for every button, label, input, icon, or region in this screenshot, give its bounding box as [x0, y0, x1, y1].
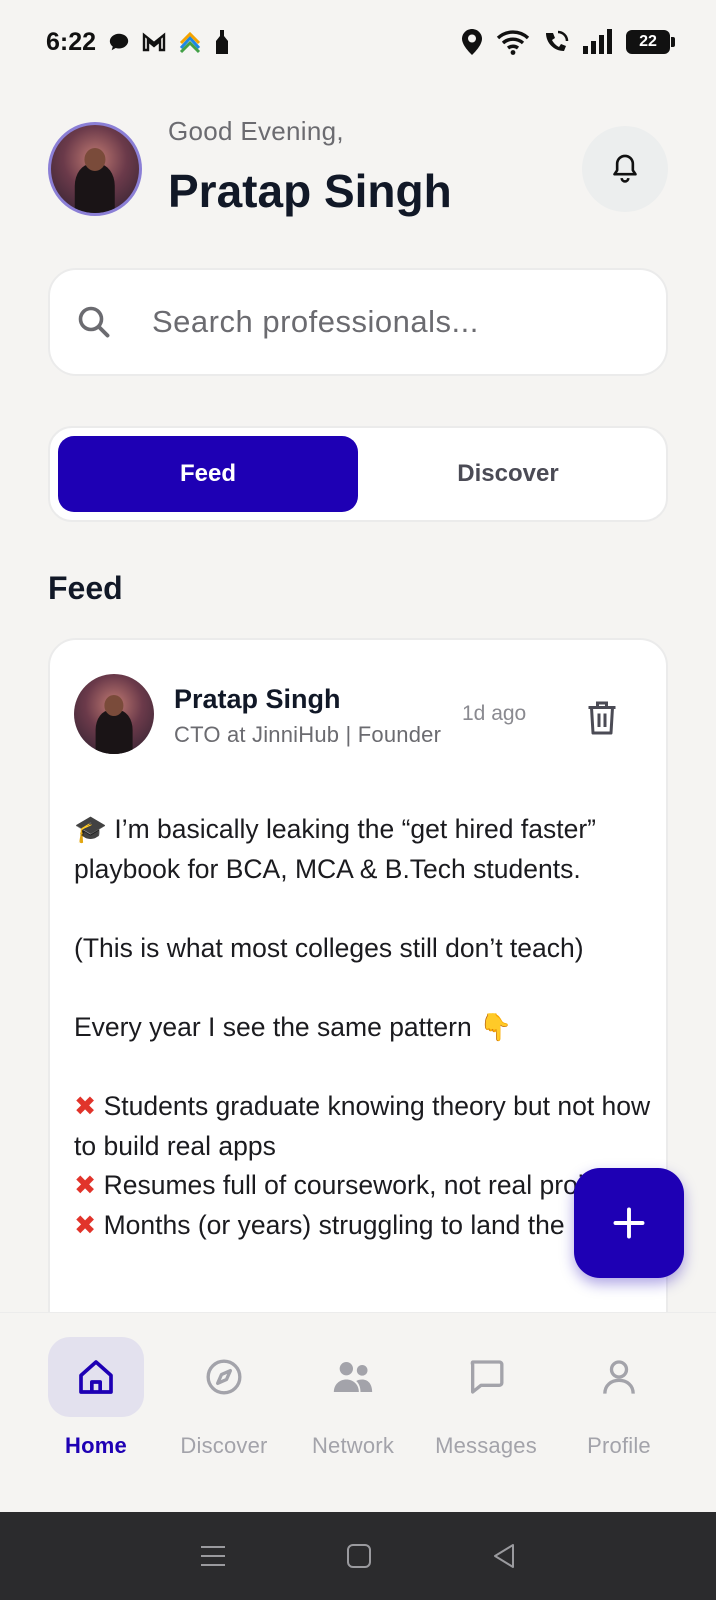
search-input[interactable]: [152, 304, 632, 340]
cross-mark-icon: ✖: [74, 1209, 97, 1240]
post-paragraph: Every year I see the same pattern 👇: [74, 1011, 513, 1042]
post-paragraph: (This is what most colleges still don’t …: [74, 932, 584, 963]
nav-label: Profile: [587, 1433, 651, 1458]
home-icon: [79, 1360, 113, 1394]
gmail-icon: [142, 32, 166, 52]
avatar-figure: [95, 710, 133, 754]
user-icon: [603, 1360, 635, 1394]
user-name: Pratap Singh: [168, 165, 452, 217]
bell-icon: [613, 154, 637, 183]
post-body: 🎓 I’m basically leaking the “get hired f…: [74, 810, 654, 1246]
back-icon[interactable]: [491, 1542, 517, 1570]
post-bullet: ✖ Months (or years) struggling to land t…: [74, 1206, 654, 1246]
cross-mark-icon: ✖: [74, 1170, 97, 1201]
menu-icon[interactable]: [199, 1543, 227, 1569]
nav-discover[interactable]: Discover: [159, 1337, 289, 1459]
search-bar[interactable]: [48, 268, 668, 376]
nav-icon-container: [571, 1337, 667, 1417]
wifi-call-icon: [546, 30, 569, 51]
post-paragraph: 🎓 I’m basically leaking the “get hired f…: [74, 814, 604, 884]
bullet-text: Students graduate knowing theory but not…: [74, 1091, 658, 1161]
trash-icon: [588, 701, 616, 735]
nav-label: Discover: [180, 1433, 268, 1458]
status-time: 6:22: [46, 27, 97, 56]
delete-post-button[interactable]: [582, 696, 622, 740]
bullet-text: Resumes full of coursework, not real pro…: [103, 1170, 633, 1201]
post-author-headline: CTO at JinniHub | Founder: [174, 722, 442, 747]
post-card: Pratap Singh CTO at JinniHub | Founder 1…: [48, 638, 668, 1398]
nav-icon-container: [48, 1337, 144, 1417]
search-icon: [74, 302, 114, 342]
message-icon: [470, 1360, 504, 1394]
post-author-name[interactable]: Pratap Singh: [174, 684, 341, 715]
bottle-icon: [216, 30, 229, 54]
nav-icon-container: [305, 1337, 401, 1417]
plus-icon: [613, 1207, 645, 1239]
post-timestamp: 1d ago: [462, 702, 527, 725]
section-title: Feed: [48, 570, 123, 606]
nav-label: Home: [65, 1433, 127, 1458]
feed-discover-tabs: Feed Discover: [48, 426, 668, 522]
cross-mark-icon: ✖: [74, 1091, 97, 1122]
system-navigation-bar: [0, 1512, 716, 1600]
avatar-figure: [74, 164, 116, 213]
nav-label: Network: [311, 1433, 395, 1458]
nav-icon-container: [438, 1337, 534, 1417]
app-icon: [179, 31, 201, 54]
tab-feed[interactable]: Feed: [58, 436, 358, 512]
battery-icon: 22: [626, 30, 675, 54]
post-bullet: ✖ Resumes full of coursework, not real p…: [74, 1166, 654, 1206]
chat-bubble-icon: [109, 33, 129, 51]
status-right: 22: [460, 28, 675, 56]
compass-icon: [206, 1359, 242, 1395]
bottom-navigation: Home Discover Network Messages Profile: [0, 1312, 716, 1512]
tab-discover[interactable]: Discover: [358, 436, 658, 512]
nav-label: Messages: [435, 1433, 537, 1458]
greeting-text: Good Evening,: [168, 116, 344, 146]
location-icon: [462, 29, 482, 55]
avatar-head: [84, 147, 106, 171]
notifications-button[interactable]: [582, 126, 668, 212]
home-square-icon[interactable]: [346, 1543, 372, 1569]
avatar[interactable]: [48, 122, 142, 216]
status-bar: 6:22 22: [0, 0, 716, 84]
wifi-icon: [496, 30, 530, 55]
post-bullet: ✖ Students graduate knowing theory but n…: [74, 1087, 654, 1166]
nav-messages[interactable]: Messages: [421, 1337, 551, 1459]
nav-home[interactable]: Home: [31, 1337, 161, 1459]
create-post-button[interactable]: [574, 1168, 684, 1278]
people-icon: [333, 1362, 373, 1392]
nav-network[interactable]: Network: [288, 1337, 418, 1459]
avatar-head: [104, 694, 124, 716]
signal-icon: [583, 29, 612, 54]
post-author-avatar[interactable]: [74, 674, 154, 754]
nav-profile[interactable]: Profile: [554, 1337, 684, 1459]
nav-icon-container: [176, 1337, 272, 1417]
bullet-text: Months (or years) struggling to land the: [103, 1209, 565, 1240]
status-left: 6:22: [46, 28, 230, 57]
